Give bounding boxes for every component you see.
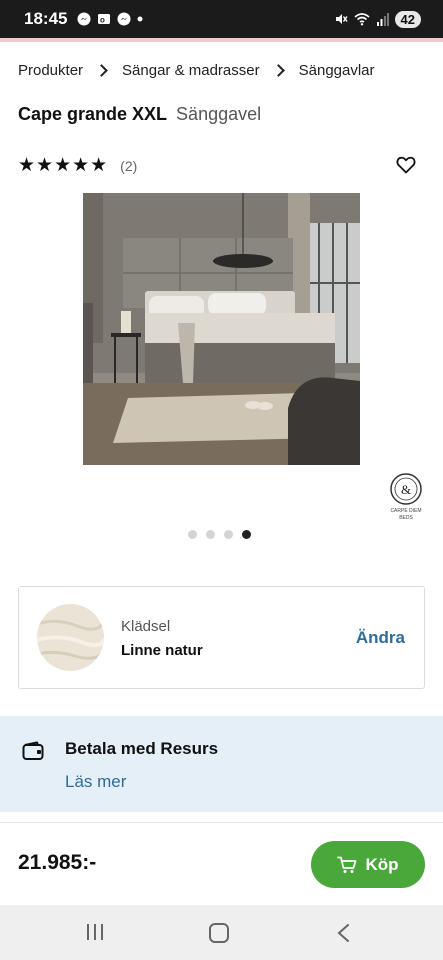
messenger-icon [117, 12, 131, 26]
product-heading: Cape grande XXL Sänggavel [18, 104, 261, 125]
back-icon[interactable] [336, 924, 350, 942]
change-fabric-button[interactable]: Ändra [356, 628, 405, 648]
breadcrumb: Produkter Sängar & madrasser Sänggavlar [18, 62, 375, 79]
breadcrumb-item-produkter[interactable]: Produkter [18, 62, 83, 79]
status-time: 18:45 [24, 9, 68, 28]
fabric-label: Klädsel [121, 618, 171, 635]
status-left: 18:45 o [24, 9, 143, 29]
product-price: 21.985:- [18, 851, 97, 874]
breadcrumb-item-sanggavlar[interactable]: Sänggavlar [299, 62, 375, 79]
messenger-icon [77, 12, 91, 26]
system-navigation-bar [0, 905, 443, 960]
carpe-diem-beds-logo: & CARPE DIEM BEDS [390, 473, 422, 521]
read-more-link[interactable]: Läs mer [65, 772, 126, 792]
battery-level: 42 [394, 10, 421, 28]
fabric-swatch [37, 604, 104, 671]
gallery-pagination [188, 530, 251, 539]
breadcrumb-item-sangar[interactable]: Sängar & madrasser [122, 62, 260, 79]
shopping-cart-icon [337, 856, 357, 873]
svg-text:CARPE DIEM: CARPE DIEM [390, 508, 421, 514]
status-bar: 18:45 o 42 [0, 0, 443, 38]
gallery-dot-4[interactable] [242, 530, 251, 539]
wallet-icon [22, 741, 44, 760]
chevron-right-icon [271, 64, 285, 77]
fabric-selector[interactable]: Klädsel Linne natur Ändra [18, 586, 425, 689]
product-image[interactable] [83, 193, 360, 465]
svg-text:o: o [100, 16, 105, 25]
svg-text:BEDS: BEDS [399, 515, 413, 521]
buy-button[interactable]: Köp [311, 841, 425, 888]
product-name: Cape grande XXL [18, 104, 168, 124]
divider [0, 822, 443, 823]
product-rating[interactable]: ★★★★★ (2) [18, 154, 137, 177]
outlook-icon: o [98, 14, 111, 25]
status-right: 42 [334, 10, 421, 28]
payment-title: Betala med Resurs [65, 739, 219, 758]
product-category: Sänggavel [176, 104, 262, 124]
favorite-heart-icon[interactable] [396, 156, 416, 174]
buy-button-label: Köp [365, 854, 399, 874]
gallery-dot-3[interactable] [224, 530, 233, 539]
rating-stars: ★★★★★ [18, 155, 109, 176]
svg-text:&: & [401, 482, 411, 497]
home-icon[interactable] [209, 923, 229, 943]
header-accent-line [0, 38, 443, 42]
gallery-dot-1[interactable] [188, 530, 197, 539]
mute-icon [335, 14, 348, 24]
chevron-right-icon [95, 64, 108, 77]
fabric-value: Linne natur [121, 642, 203, 659]
signal-icon [376, 12, 389, 26]
payment-info-banner: Betala med Resurs Läs mer [0, 716, 443, 812]
gallery-dot-2[interactable] [206, 530, 215, 539]
more-notifications-icon [137, 16, 143, 22]
wifi-icon [354, 13, 370, 26]
recent-apps-icon[interactable] [85, 923, 105, 941]
review-count: (2) [120, 157, 138, 174]
